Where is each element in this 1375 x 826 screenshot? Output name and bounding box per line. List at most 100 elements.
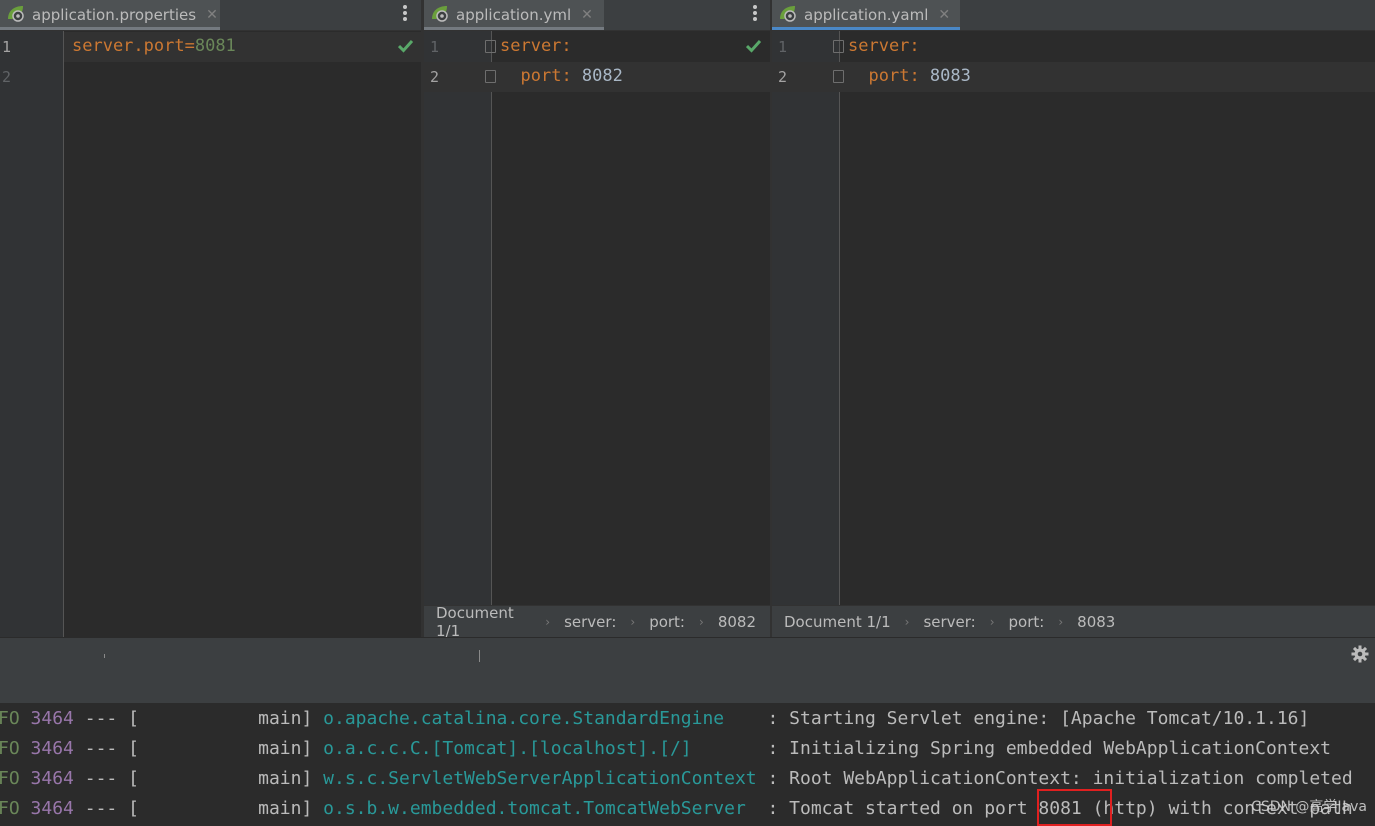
chevron-right-icon: ›	[545, 614, 551, 629]
log-pid: 3464	[30, 708, 74, 729]
tab-application-yml[interactable]: application.yml ✕	[424, 0, 604, 30]
property-value: 8081	[194, 36, 236, 56]
log-line: FO 3464 --- [ main] o.apache.catalina.co…	[0, 708, 1309, 729]
fold-start-icon[interactable]	[833, 40, 844, 53]
log-logger[interactable]: o.a.c.c.C.[Tomcat].[localhost].[/]	[323, 738, 756, 759]
fold-start-icon[interactable]	[485, 40, 496, 53]
tab-label: application.properties	[32, 6, 197, 24]
breadcrumb-item[interactable]: port:	[649, 613, 685, 631]
log-level: FO	[0, 738, 20, 759]
property-equals: =	[184, 36, 195, 56]
log-line: FO 3464 --- [ main] w.s.c.ServletWebServ…	[0, 768, 1353, 789]
breadcrumb-item[interactable]: server:	[564, 613, 616, 631]
log-message: : Root WebApplicationContext: initializa…	[756, 768, 1353, 789]
log-separator: --- [	[73, 798, 139, 819]
log-level: FO	[0, 798, 20, 819]
tab-underline	[424, 27, 604, 30]
log-separator: --- [	[73, 708, 139, 729]
check-icon	[745, 38, 762, 57]
toolbar-separator	[479, 650, 480, 662]
gear-icon[interactable]	[1351, 645, 1369, 667]
yaml-key: port	[868, 66, 910, 86]
more-vert-icon[interactable]	[752, 4, 760, 22]
log-logger[interactable]: o.apache.catalina.core.StandardEngine	[323, 708, 756, 729]
spring-config-icon	[778, 4, 798, 26]
chevron-right-icon: ›	[989, 614, 995, 629]
tab-application-properties[interactable]: application.properties ✕	[0, 0, 220, 30]
log-logger[interactable]: o.s.b.w.embedded.tomcat.TomcatWebServer	[323, 798, 756, 819]
yaml-value: 8083	[919, 66, 971, 86]
more-vert-icon[interactable]	[402, 4, 410, 22]
gutter-divider	[839, 31, 840, 606]
tab-label: application.yaml	[804, 6, 929, 24]
chevron-right-icon: ›	[1058, 614, 1064, 629]
line-number: 1	[430, 38, 440, 56]
gutter-divider	[63, 31, 64, 637]
tab-application-yaml[interactable]: application.yaml ✕	[772, 0, 960, 30]
check-icon	[397, 38, 414, 57]
breadcrumb-item[interactable]: server:	[923, 613, 975, 631]
breadcrumb-item[interactable]: 8083	[1077, 613, 1115, 631]
breadcrumb-item[interactable]: Document 1/1	[784, 613, 891, 631]
close-icon[interactable]: ✕	[206, 7, 218, 23]
log-pid: 3464	[30, 798, 74, 819]
log-separator: --- [	[73, 738, 139, 759]
toolbar-separator	[104, 654, 105, 658]
console-toolbar	[0, 671, 1375, 703]
editor-pane-yaml: application.yaml ✕ 1 2 server: port: 808…	[772, 0, 1375, 637]
gutter-divider	[491, 31, 492, 606]
breadcrumb-item[interactable]: 8082	[718, 613, 756, 631]
property-key: server.port	[72, 36, 185, 56]
yaml-indent	[500, 66, 520, 86]
chevron-right-icon: ›	[904, 614, 910, 629]
code-line[interactable]: port: 8082	[500, 66, 623, 86]
yaml-value: 8082	[571, 66, 623, 86]
yaml-colon: :	[909, 36, 920, 56]
tab-underline	[0, 27, 220, 30]
tab-underline	[772, 27, 960, 30]
yaml-colon: :	[561, 36, 572, 56]
tab-bar: application.yml ✕	[424, 0, 770, 31]
breadcrumb-item[interactable]: Document 1/1	[436, 604, 531, 638]
log-thread: main]	[138, 708, 313, 729]
yaml-indent	[848, 66, 868, 86]
port-highlight-box	[1037, 789, 1112, 826]
yaml-key: port	[520, 66, 562, 86]
chevron-right-icon: ›	[630, 614, 636, 629]
line-number: 2	[430, 68, 440, 86]
log-line: FO 3464 --- [ main] o.a.c.c.C.[Tomcat].[…	[0, 738, 1331, 759]
breadcrumb-item[interactable]: port:	[1009, 613, 1045, 631]
yaml-colon: :	[909, 66, 920, 86]
log-level: FO	[0, 708, 20, 729]
code-line[interactable]: port: 8083	[848, 66, 971, 86]
fold-end-icon[interactable]	[485, 70, 496, 83]
log-message: : Initializing Spring embedded WebApplic…	[756, 738, 1331, 759]
console-output[interactable]: FO 3464 --- [ main] o.apache.catalina.co…	[0, 703, 1375, 826]
chevron-right-icon: ›	[699, 614, 704, 629]
log-line: FO 3464 --- [ main] o.s.b.w.embedded.tom…	[0, 798, 1353, 819]
log-message: : Starting Servlet engine: [Apache Tomca…	[756, 708, 1310, 729]
line-number: 2	[778, 68, 788, 86]
tab-bar: application.yaml ✕	[772, 0, 1375, 31]
breadcrumb: Document 1/1 › server: › port: › 8083	[772, 605, 1375, 637]
code-line[interactable]: server:	[500, 36, 572, 56]
line-number: 1	[2, 38, 12, 56]
code-line[interactable]: server:	[848, 36, 920, 56]
close-icon[interactable]: ✕	[581, 7, 593, 23]
log-thread: main]	[138, 738, 313, 759]
gutter	[424, 31, 491, 606]
log-level: FO	[0, 768, 20, 789]
run-tool-window-header	[0, 637, 1375, 673]
breadcrumb: Document 1/1 › server: › port: › 8082	[424, 604, 770, 638]
close-icon[interactable]: ✕	[938, 7, 950, 23]
editor-pane-yml: application.yml ✕ 1 2 server: port: 8082…	[424, 0, 770, 637]
spring-config-icon	[430, 4, 450, 26]
code-line[interactable]: server.port=8081	[72, 36, 236, 56]
log-logger[interactable]: w.s.c.ServletWebServerApplicationContext	[323, 768, 756, 789]
editor-pane-properties: application.properties ✕ 1 2 server.port…	[0, 0, 421, 637]
yaml-key: server	[848, 36, 910, 56]
yaml-key: server	[500, 36, 562, 56]
fold-end-icon[interactable]	[833, 70, 844, 83]
gutter	[0, 31, 63, 637]
yaml-colon: :	[561, 66, 572, 86]
